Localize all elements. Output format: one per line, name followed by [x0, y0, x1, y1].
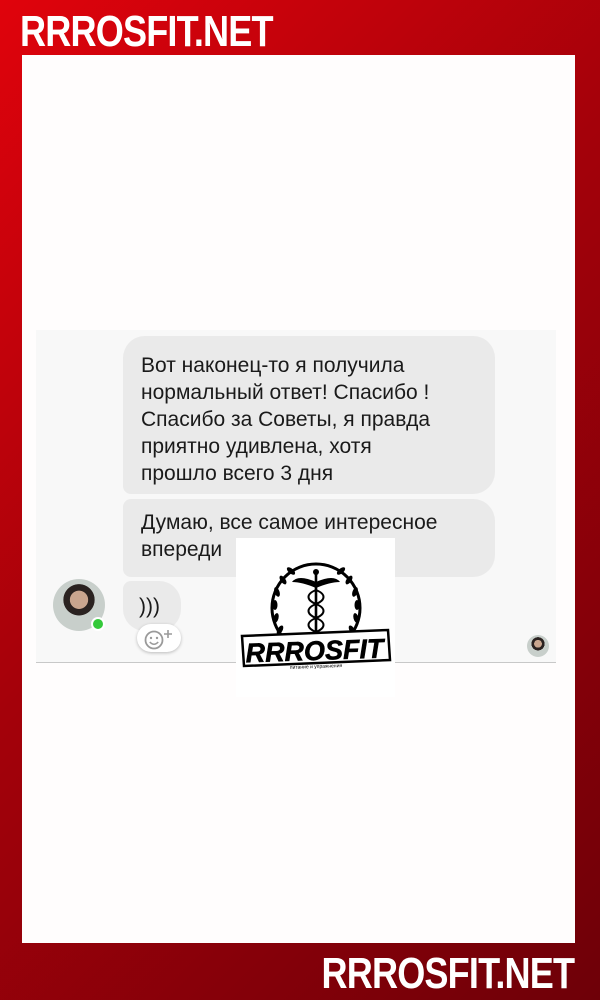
rrrosfit-logo: RRROSFIT питание и упражнения: [236, 538, 395, 697]
caduceus-wreath-icon: [240, 562, 392, 668]
add-reaction-icon: [144, 630, 172, 650]
logo-name: RRROSFIT: [245, 633, 385, 669]
message-bubble-1[interactable]: Вот наконец-то я получила нормальный отв…: [123, 336, 495, 494]
add-reaction-button[interactable]: [137, 624, 181, 652]
watermark-brand-bottom: RRROSFIT.NET: [321, 949, 575, 998]
read-receipt-avatar: [527, 635, 549, 657]
watermark-brand-top: RRROSFIT.NET: [20, 7, 274, 56]
online-status-icon: [91, 617, 105, 631]
sender-avatar[interactable]: [53, 579, 105, 631]
